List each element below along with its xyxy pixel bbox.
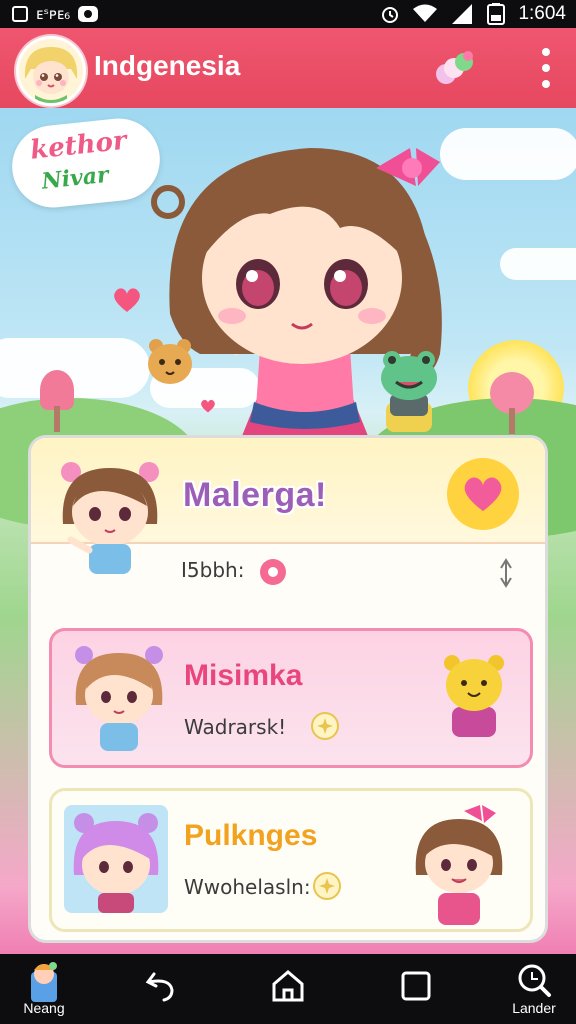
battery-icon (487, 3, 506, 25)
character-avatar (64, 805, 168, 913)
list-item[interactable]: Misimka Wadrarsk! (49, 628, 533, 768)
more-vertical-icon[interactable] (532, 48, 560, 88)
status-left-text: ᴇˢᴘᴇ₆ (36, 5, 71, 23)
bear-icon (444, 655, 504, 737)
app-title: Indgenesia (94, 50, 241, 81)
sort-icon[interactable] (497, 558, 515, 588)
nav-label: Lander (512, 1000, 556, 1016)
app-bar: Indgenesia (0, 28, 576, 108)
back-icon (145, 972, 174, 1002)
list-item-title: Pulknges (184, 819, 318, 852)
character-avatar (75, 646, 163, 751)
list-item-title: Malerga! (183, 476, 327, 514)
favorite-button[interactable] (447, 458, 519, 530)
nav-back[interactable] (140, 954, 184, 1024)
sticker-line2: Nivar (40, 161, 110, 195)
nav-app[interactable]: Neang (14, 954, 74, 1024)
list-item-subtitle: Wwohelasln: (184, 875, 311, 899)
heart-icon (464, 477, 502, 512)
wifi-icon (413, 4, 438, 22)
nav-search[interactable]: Lander (502, 954, 566, 1024)
search-icon (518, 964, 551, 997)
sim-icon (12, 6, 28, 22)
home-icon (272, 970, 304, 1002)
candy-icon[interactable] (432, 48, 476, 88)
character-avatar (61, 462, 159, 574)
character-list-card: Malerga! I5bbh: Misimka Wadrarsk! Pulkng… (28, 435, 548, 943)
character-avatar (415, 805, 503, 925)
message-icon (78, 6, 99, 22)
hero-scene: kethor Nivar Malerga! I5bbh: Misimka Wad… (0, 108, 576, 954)
nav-bar: Neang Lander (0, 954, 576, 1024)
alarm-icon (382, 7, 399, 23)
coin-icon (311, 712, 339, 740)
list-item-subtitle: Wadrarsk! (184, 715, 287, 739)
nav-recents[interactable] (396, 954, 436, 1024)
heart-icon (114, 288, 140, 312)
pill-icon (260, 559, 286, 585)
list-item[interactable]: Pulknges Wwohelasln: (49, 788, 533, 932)
list-item[interactable]: Malerga! (31, 438, 545, 574)
frog-icon (381, 351, 437, 432)
status-bar: ᴇˢᴘᴇ₆ 1:604 (0, 0, 576, 28)
list-item-subtitle: I5bbh: (181, 558, 245, 582)
nav-home[interactable] (266, 954, 310, 1024)
sticker-line1: kethor (28, 125, 128, 166)
nav-label: Neang (23, 1000, 65, 1016)
status-time: 1:604 (518, 3, 566, 24)
bear-icon (148, 339, 192, 384)
list-item-title: Misimka (184, 659, 303, 692)
signal-icon (452, 4, 473, 24)
app-icon (31, 962, 57, 1002)
avatar[interactable] (16, 36, 86, 106)
recents-icon (401, 971, 431, 1001)
coin-icon (313, 872, 341, 900)
